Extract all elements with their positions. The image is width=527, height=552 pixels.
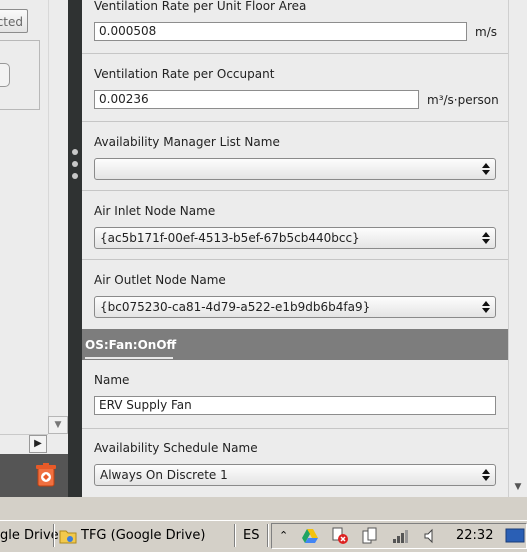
ventilation-floor-area-input[interactable]: 0.000508 — [94, 22, 467, 41]
field-ventilation-rate-floor-area: Ventilation Rate per Unit Floor Area 0.0… — [82, 0, 508, 54]
field-ventilation-rate-occupant: Ventilation Rate per Occupant 0.00236 m³… — [82, 54, 508, 122]
section-title: OS:Fan:OnOff — [85, 338, 177, 352]
tray-expand-icon[interactable]: ⌃ — [279, 523, 288, 548]
fan-name-input[interactable]: ERV Supply Fan — [94, 396, 496, 415]
taskbar-item-tfg[interactable]: TFG (Google Drive) — [81, 523, 205, 548]
clock[interactable]: 22:32 — [456, 523, 493, 548]
taskbar-item-google-drive[interactable]: gle Drive — [0, 523, 59, 548]
field-label: Ventilation Rate per Occupant — [94, 67, 275, 81]
language-indicator[interactable]: ES — [243, 523, 259, 548]
section-underline — [85, 357, 173, 359]
trash-icon[interactable] — [35, 463, 57, 487]
splitter-grip-dot — [72, 149, 78, 155]
unit-label: m³/s·person — [427, 93, 499, 107]
scroll-corner — [48, 434, 68, 454]
partial-button[interactable]: cted — [0, 9, 28, 33]
splitter-grip-dot — [72, 173, 78, 179]
dropdown-value: {ac5b171f-00ef-4513-b5ef-67b5cb440bcc} — [100, 231, 360, 245]
availability-schedule-dropdown[interactable]: Always On Discrete 1 — [94, 464, 496, 486]
splitter-grip-dot — [72, 161, 78, 167]
scroll-down-arrow-icon[interactable]: ▼ — [48, 416, 68, 434]
unit-label: m/s — [475, 25, 497, 39]
google-drive-icon[interactable] — [301, 527, 319, 545]
panel-splitter[interactable] — [68, 0, 82, 497]
section-header[interactable]: OS:Fan:OnOff — [82, 329, 508, 360]
divider — [0, 40, 40, 41]
field-label: Air Inlet Node Name — [94, 204, 216, 218]
divider — [0, 109, 40, 110]
taskbar-separator — [53, 524, 55, 547]
updown-arrow-icon — [482, 301, 490, 313]
scroll-right-arrow-icon[interactable]: ▶ — [29, 435, 47, 453]
field-label: Availability Schedule Name — [94, 441, 258, 455]
scroll-down-arrow-icon[interactable]: ▼ — [510, 479, 526, 495]
show-desktop-icon[interactable] — [505, 527, 525, 545]
left-bottom-toolbar — [0, 454, 68, 497]
field-air-outlet-node: Air Outlet Node Name {bc075230-ca81-4d79… — [82, 260, 508, 328]
field-availability-schedule: Availability Schedule Name Always On Dis… — [82, 429, 508, 497]
devices-icon[interactable] — [361, 527, 379, 545]
field-label: Availability Manager List Name — [94, 135, 280, 149]
dropdown-value: {bc075230-ca81-4d79-a522-e1b9db6b4fa9} — [100, 300, 371, 314]
window-border — [0, 497, 527, 520]
updown-arrow-icon — [482, 232, 490, 244]
taskbar-separator — [267, 524, 269, 547]
availability-manager-dropdown[interactable] — [94, 158, 496, 180]
left-vertical-scrollbar[interactable] — [48, 0, 69, 434]
network-error-icon[interactable] — [331, 527, 349, 545]
field-label: Ventilation Rate per Unit Floor Area — [94, 0, 307, 13]
field-fan-name: Name ERV Supply Fan — [82, 361, 508, 429]
folder-icon — [59, 530, 77, 544]
signal-strength-icon[interactable] — [392, 527, 410, 545]
inspector-vertical-scrollbar[interactable] — [508, 0, 527, 497]
field-availability-manager: Availability Manager List Name — [82, 122, 508, 191]
updown-arrow-icon — [482, 163, 490, 175]
dropdown-value: Always On Discrete 1 — [100, 468, 228, 482]
updown-arrow-icon — [482, 469, 490, 481]
taskbar-separator — [234, 524, 236, 547]
field-label: Air Outlet Node Name — [94, 273, 226, 287]
divider — [39, 40, 40, 110]
partial-control[interactable] — [0, 63, 10, 87]
air-outlet-node-dropdown[interactable]: {bc075230-ca81-4d79-a522-e1b9db6b4fa9} — [94, 296, 496, 318]
volume-icon[interactable] — [422, 527, 440, 545]
air-inlet-node-dropdown[interactable]: {ac5b171f-00ef-4513-b5ef-67b5cb440bcc} — [94, 227, 496, 249]
field-label: Name — [94, 373, 130, 387]
field-air-inlet-node: Air Inlet Node Name {ac5b171f-00ef-4513-… — [82, 191, 508, 260]
inspector-panel: Ventilation Rate per Unit Floor Area 0.0… — [82, 0, 508, 497]
ventilation-occupant-input[interactable]: 0.00236 — [94, 90, 419, 109]
